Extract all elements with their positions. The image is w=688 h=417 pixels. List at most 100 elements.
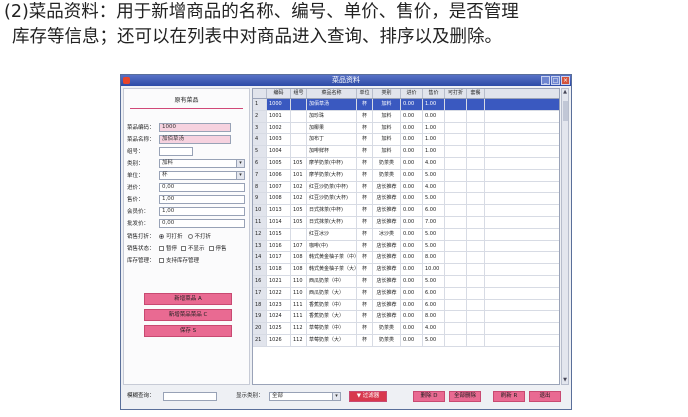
table-cell bbox=[445, 311, 467, 323]
category-filter-select[interactable]: 全部 ▾ bbox=[269, 392, 341, 401]
stock-row: 库存管理： 支持库存管理 bbox=[127, 255, 199, 265]
field-cost-label: 进价： bbox=[127, 185, 144, 191]
column-header[interactable]: 可打折 bbox=[445, 89, 467, 98]
table-cell: 杯 bbox=[357, 193, 373, 205]
scroll-up-icon[interactable]: ▲ bbox=[562, 89, 568, 96]
table-body: 1 1000 加佰草汤杯加料 0.00 1.00 2 1001 加珍珠杯加料 0.00 0.00 3… bbox=[253, 99, 559, 347]
table-cell: 杯 bbox=[357, 299, 373, 311]
minimize-button[interactable]: _ bbox=[541, 76, 550, 85]
table-cell bbox=[445, 275, 467, 287]
field-group-input[interactable] bbox=[159, 146, 193, 156]
table-cell bbox=[291, 228, 307, 240]
column-header[interactable]: 编码 bbox=[267, 89, 291, 98]
add-dish-combo-button[interactable]: 新增菜品菜品 C bbox=[144, 309, 232, 321]
table-row[interactable]: 14 1017 108 韩式黄金柚子茶（中）杯店长推荐 0.00 8.00 bbox=[253, 252, 559, 265]
table-row[interactable]: 15 1018 108 韩式黄金柚子茶（大）杯店长推荐 0.00 10.00 bbox=[253, 264, 559, 276]
table-cell: 香蕉奶茶（中） bbox=[307, 299, 357, 311]
table-row[interactable]: 21 1026 112 草莓奶茶（大）杯奶茶类 0.00 5.00 bbox=[253, 334, 559, 347]
table-cell: 店长推荐 bbox=[373, 252, 401, 264]
table-cell: 杯 bbox=[357, 334, 373, 346]
table-cell bbox=[291, 122, 307, 134]
table-cell: 杯 bbox=[357, 181, 373, 193]
hide-checkbox[interactable] bbox=[181, 245, 187, 251]
field-name-input[interactable]: 加佰草汤 bbox=[159, 134, 231, 144]
table-cell: 5.00 bbox=[423, 169, 445, 181]
field-category-value: 加料 bbox=[162, 159, 174, 166]
table-row[interactable]: 2 1001 加珍珠杯加料 0.00 0.00 bbox=[253, 110, 559, 123]
table-row[interactable]: 9 1008 102 红豆沙奶茶(大杯) 杯店长推荐 0.00 5.00 bbox=[253, 193, 559, 206]
chevron-down-icon[interactable]: ▾ bbox=[332, 393, 340, 400]
stock-checkbox[interactable] bbox=[159, 257, 164, 263]
table-row[interactable]: 8 1007 102 红豆沙奶茶(中杯) 杯店长推荐 0.00 4.00 bbox=[253, 181, 559, 194]
discount-row: 销售打折： 可打折 不打折 bbox=[127, 231, 211, 241]
table-cell bbox=[445, 240, 467, 252]
table-row[interactable]: 10 1013 105 日式抹茶(中杯) 杯店长推荐 0.00 6.00 bbox=[253, 205, 559, 217]
discount-no-radio[interactable] bbox=[187, 233, 193, 239]
maximize-button[interactable]: □ bbox=[551, 76, 560, 85]
field-category-select[interactable]: 加料 ▾ bbox=[159, 158, 245, 168]
field-member-price-input[interactable]: 1,00 bbox=[159, 206, 245, 216]
table-row[interactable]: 3 1002 加椰果杯加料 0.00 1.00 bbox=[253, 122, 559, 135]
table-row[interactable]: 1 1000 加佰草汤杯加料 0.00 1.00 bbox=[253, 99, 559, 111]
field-code-input[interactable]: 1000 bbox=[159, 122, 231, 132]
column-header[interactable]: 售价 bbox=[423, 89, 445, 98]
column-header[interactable]: 类别 bbox=[373, 89, 401, 98]
exit-button[interactable]: 退出 bbox=[529, 391, 561, 402]
field-price-input[interactable]: 1,00 bbox=[159, 194, 245, 204]
table-row[interactable]: 5 1004 加啡鲜杯杯加料 0.00 1.00 bbox=[253, 146, 559, 158]
close-button[interactable]: × bbox=[561, 76, 570, 85]
category-filter-label: 显示类别： bbox=[236, 393, 264, 399]
column-header[interactable]: 菜品名称 bbox=[307, 89, 357, 98]
table-row[interactable]: 4 1003 加布丁杯加料 0.00 1.00 bbox=[253, 134, 559, 147]
refresh-button[interactable]: 刷新 R bbox=[493, 391, 525, 402]
filter-button[interactable]: ▼ 过滤器 bbox=[349, 391, 387, 402]
table-cell: 杯 bbox=[357, 157, 373, 169]
chevron-down-icon[interactable]: ▾ bbox=[236, 171, 244, 179]
table-cell: 杯 bbox=[357, 228, 373, 240]
field-unit-select[interactable]: 杯 ▾ bbox=[159, 170, 245, 180]
table-cell: 1013 bbox=[267, 205, 291, 216]
pause-checkbox[interactable] bbox=[159, 245, 164, 251]
table-row[interactable]: 6 1005 105 摩芋奶茶(中杯) 杯奶茶类 0.00 4.00 bbox=[253, 157, 559, 170]
search-input[interactable] bbox=[163, 392, 217, 401]
scroll-down-icon[interactable]: ▼ bbox=[562, 377, 568, 384]
table-cell bbox=[467, 193, 485, 205]
table-row[interactable]: 16 1021 110 西瓜奶茶（中）杯店长推荐 0.00 5.00 bbox=[253, 275, 559, 288]
scrollbar-thumb[interactable] bbox=[563, 101, 568, 121]
chevron-down-icon[interactable]: ▾ bbox=[236, 159, 244, 167]
table-cell: 杯 bbox=[357, 240, 373, 252]
save-button[interactable]: 保存 S bbox=[144, 325, 232, 337]
table-row[interactable]: 7 1006 101 摩芋奶茶(大杯) 杯奶茶类 0.00 5.00 bbox=[253, 169, 559, 182]
table-cell: 草莓奶茶（大） bbox=[307, 334, 357, 346]
field-cost-input[interactable]: 0,00 bbox=[159, 182, 245, 192]
add-dish-button[interactable]: 新增菜品 A bbox=[144, 293, 232, 305]
delete-all-button[interactable]: 全部删除 bbox=[449, 391, 481, 402]
table-row[interactable]: 20 1025 112 草莓奶茶（中）杯奶茶类 0.00 4.00 bbox=[253, 323, 559, 335]
field-category-label: 类别： bbox=[127, 161, 144, 167]
table-cell bbox=[467, 205, 485, 216]
column-header[interactable]: 单位 bbox=[357, 89, 373, 98]
table-cell: 1024 bbox=[267, 311, 291, 323]
table-cell: 1007 bbox=[267, 181, 291, 193]
column-header[interactable]: 进价 bbox=[401, 89, 423, 98]
table-cell: 杯 bbox=[357, 146, 373, 157]
table-row[interactable]: 19 1024 111 香蕉奶茶（大）杯店长推荐 0.00 8.00 bbox=[253, 311, 559, 324]
column-header[interactable]: 套餐 bbox=[467, 89, 485, 98]
field-wholesale-input[interactable]: 0,00 bbox=[159, 218, 245, 228]
table-row[interactable]: 18 1023 111 香蕉奶茶（中）杯店长推荐 0.00 6.00 bbox=[253, 299, 559, 312]
table-row[interactable]: 13 1016 107 咖啡(中) 杯店长推荐 0.00 5.00 bbox=[253, 240, 559, 253]
table-row[interactable]: 11 1014 105 日式抹茶(大杯) 杯店长推荐 0.00 7.00 bbox=[253, 216, 559, 229]
stop-sale-checkbox[interactable] bbox=[208, 245, 214, 251]
column-header[interactable]: 组号 bbox=[291, 89, 307, 98]
table-cell: 杯 bbox=[357, 205, 373, 216]
vertical-scrollbar[interactable]: ▲ ▼ bbox=[561, 88, 569, 385]
table-row[interactable]: 17 1022 110 西瓜奶茶（大）杯店长推荐 0.00 6.00 bbox=[253, 287, 559, 300]
field-category-row: 类别： 加料 ▾ bbox=[127, 158, 245, 168]
table-cell: 加料 bbox=[373, 110, 401, 122]
table-cell: 1005 bbox=[267, 157, 291, 169]
table-cell: 杯 bbox=[357, 122, 373, 134]
table-cell: 韩式黄金柚子茶（中） bbox=[307, 252, 357, 264]
delete-button[interactable]: 删除 D bbox=[413, 391, 445, 402]
table-row[interactable]: 12 1015 红豆冰沙杯冰沙类 0.00 5.00 bbox=[253, 228, 559, 241]
discount-yes-radio[interactable] bbox=[159, 233, 164, 239]
